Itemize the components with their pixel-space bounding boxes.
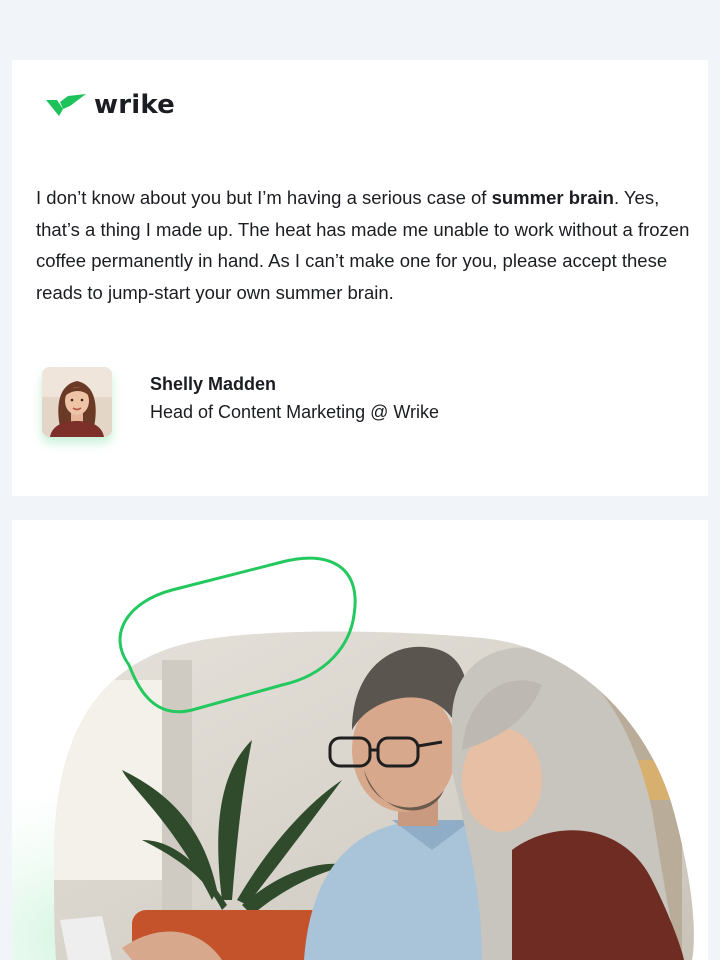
hero-illustration[interactable] — [12, 520, 708, 960]
wrike-logo[interactable]: wrike — [46, 90, 175, 120]
hero-card — [12, 520, 708, 960]
logo-wordmark: wrike — [94, 90, 175, 120]
author-block: Shelly Madden Head of Content Marketing … — [42, 367, 439, 437]
author-title: Head of Content Marketing @ Wrike — [150, 402, 440, 422]
intro-paragraph: I don’t know about you but I’m having a … — [36, 182, 692, 308]
author-name: Shelly Madden — [150, 374, 277, 394]
portrait-photo-icon — [42, 367, 112, 437]
wrike-check-icon — [46, 94, 86, 116]
author-avatar — [42, 367, 112, 437]
author-info: Shelly Madden Head of Content Marketing … — [150, 370, 439, 426]
intro-text-before: I don’t know about you but I’m having a … — [36, 187, 492, 208]
intro-card: wrike I don’t know about you but I’m hav… — [12, 60, 708, 496]
intro-highlight: summer brain — [491, 187, 614, 208]
